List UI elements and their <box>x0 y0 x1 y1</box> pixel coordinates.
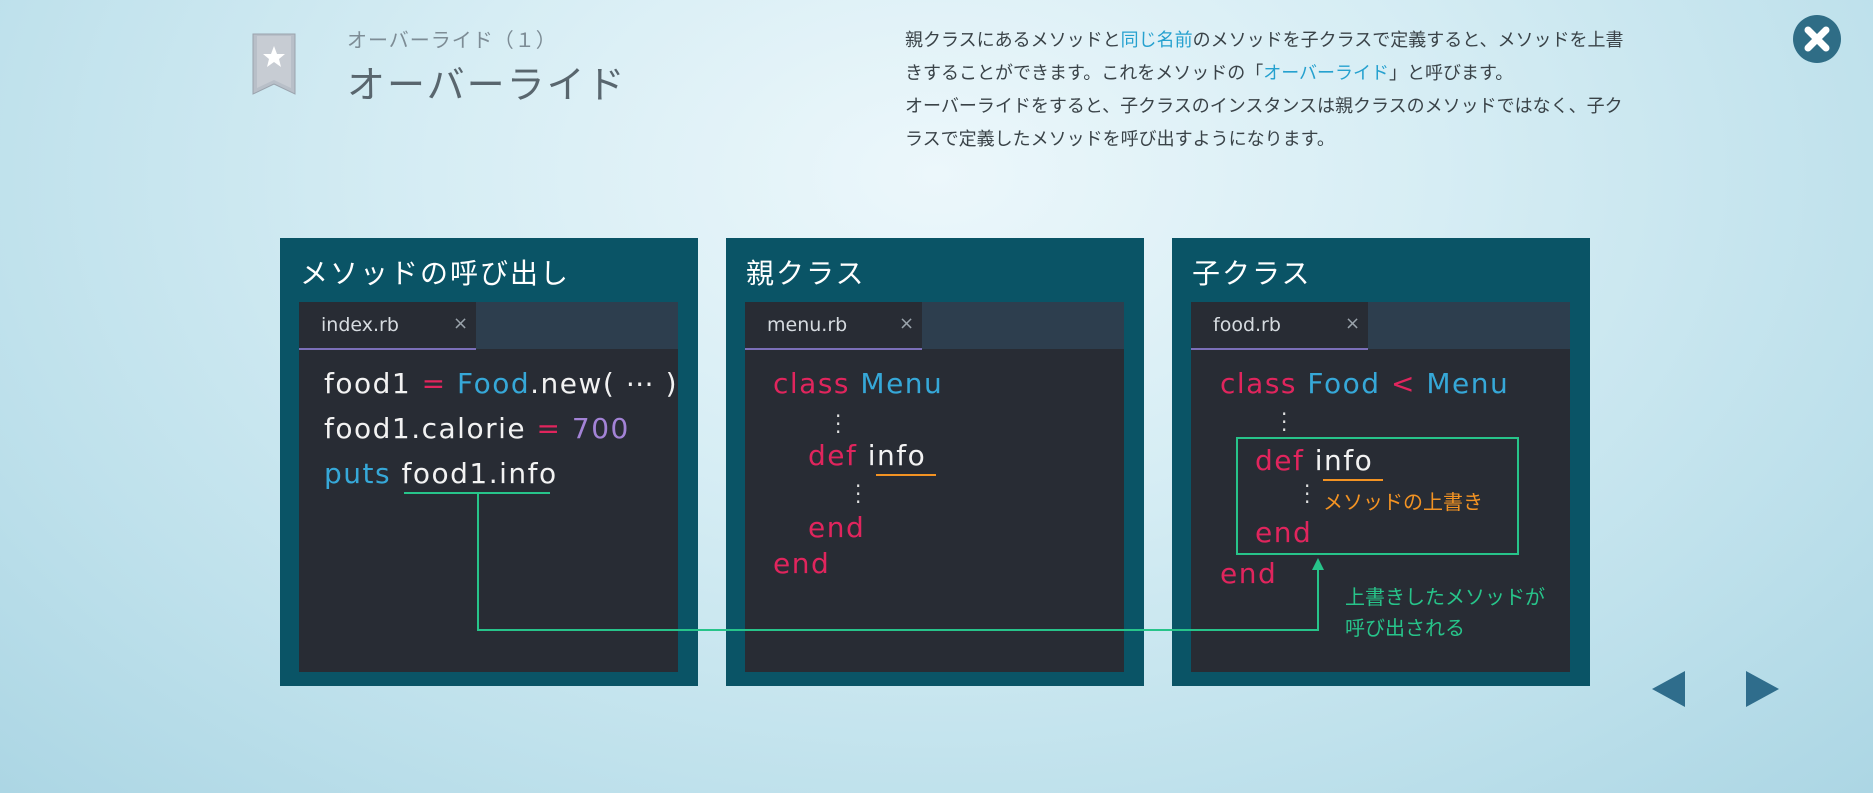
panel-title: メソッドの呼び出し <box>300 257 571 290</box>
code-keyword: end <box>1255 516 1313 549</box>
call-underline <box>404 492 550 494</box>
code-line: end <box>773 548 830 580</box>
desc-text: 親クラスにあるメソッドと <box>905 30 1121 51</box>
code-keyword: def <box>1255 444 1305 477</box>
code-method-call: food1.info <box>401 457 558 490</box>
code-keyword: end <box>808 511 866 544</box>
code-line: end <box>1220 558 1277 590</box>
code-var: food1.calorie <box>324 412 527 445</box>
star-bookmark-icon <box>252 33 296 95</box>
ellipsis-icon: · · · <box>855 474 862 514</box>
code-line: end <box>1255 517 1312 549</box>
code-var: food1 <box>324 367 412 400</box>
file-tab-index[interactable]: index.rb × <box>299 302 476 350</box>
code-keyword: def <box>808 439 858 472</box>
code-line: end <box>808 512 865 544</box>
code-keyword: puts <box>324 457 392 490</box>
code-line: food1 = Food.new( ⋯ ) <box>324 368 678 400</box>
code-text: .new( ⋯ ) <box>530 367 679 400</box>
panel-title: 子クラス <box>1192 257 1312 290</box>
tab-filename: food.rb <box>1213 314 1281 336</box>
ellipsis-icon: · · · <box>835 404 842 444</box>
panel-method-call: メソッドの呼び出し index.rb × food1 = Food.new( ⋯… <box>280 238 698 686</box>
tab-filename: menu.rb <box>767 314 848 336</box>
tab-bar: index.rb × <box>299 302 678 350</box>
code-keyword: end <box>1220 557 1278 590</box>
panel-child-class: 子クラス food.rb × class Food < Menu · · · def… <box>1172 238 1590 686</box>
code-line: food1.calorie = 700 <box>324 413 630 445</box>
code-keyword: class <box>773 367 851 400</box>
code-class: Menu <box>1426 367 1510 400</box>
code-method: info <box>867 439 927 472</box>
file-tab-menu[interactable]: menu.rb × <box>745 302 922 350</box>
code-editor: index.rb × food1 = Food.new( ⋯ ) food1.c… <box>299 302 678 672</box>
callout-text: 上書きしたメソッドが呼び出される <box>1345 585 1545 640</box>
prev-arrow-icon[interactable] <box>1649 668 1689 710</box>
code-number: 700 <box>571 412 630 445</box>
desc-highlight-override: オーバーライド <box>1263 63 1390 84</box>
code-operator: = <box>536 412 562 445</box>
tab-filename: index.rb <box>321 314 399 336</box>
tab-close-icon[interactable]: × <box>899 313 914 334</box>
close-icon <box>1804 26 1830 52</box>
panel-parent-class: 親クラス menu.rb × class Menu · · · def info ·… <box>726 238 1144 686</box>
code-line: class Menu <box>773 368 943 400</box>
code-class: Food <box>1307 367 1381 400</box>
tab-close-icon[interactable]: × <box>453 313 468 334</box>
ellipsis-icon: · · · <box>1281 402 1288 442</box>
code-line: class Food < Menu <box>1220 368 1509 400</box>
method-underline <box>876 474 936 476</box>
code-line: def info <box>1255 445 1373 477</box>
code-method: info <box>1314 444 1374 477</box>
desc-text: 」と呼びます。 <box>1389 63 1514 84</box>
code-editor: menu.rb × class Menu · · · def info · · · en… <box>745 302 1124 672</box>
panel-title: 親クラス <box>746 257 866 290</box>
code-keyword: class <box>1220 367 1298 400</box>
file-tab-food[interactable]: food.rb × <box>1191 302 1368 350</box>
code-line: puts food1.info <box>324 458 558 490</box>
code-class: Food <box>457 367 531 400</box>
page-subtitle: オーバーライド（１） <box>347 28 557 52</box>
desc-text-2: オーバーライドをすると、子クラスのインスタンスは親クラスのメソッドではなく、子ク… <box>905 96 1623 150</box>
page-title: オーバーライド <box>347 63 627 107</box>
close-button[interactable] <box>1793 15 1841 63</box>
code-keyword: end <box>773 547 831 580</box>
description: 親クラスにあるメソッドと同じ名前のメソッドを子クラスで定義すると、メソッドを上書… <box>905 24 1625 156</box>
ellipsis-icon: · · · <box>1304 474 1311 514</box>
tab-bar: menu.rb × <box>745 302 1124 350</box>
code-class: Menu <box>860 367 944 400</box>
next-arrow-icon[interactable] <box>1742 668 1782 710</box>
code-operator: < <box>1390 367 1416 400</box>
code-operator: = <box>421 367 447 400</box>
tab-close-icon[interactable]: × <box>1345 313 1360 334</box>
desc-highlight-same-name: 同じ名前 <box>1120 30 1193 51</box>
tab-bar: food.rb × <box>1191 302 1570 350</box>
method-underline <box>1323 479 1383 481</box>
code-editor: food.rb × class Food < Menu · · · def info… <box>1191 302 1570 672</box>
override-note: メソッドの上書き <box>1323 490 1483 514</box>
code-line: def info <box>808 440 926 472</box>
